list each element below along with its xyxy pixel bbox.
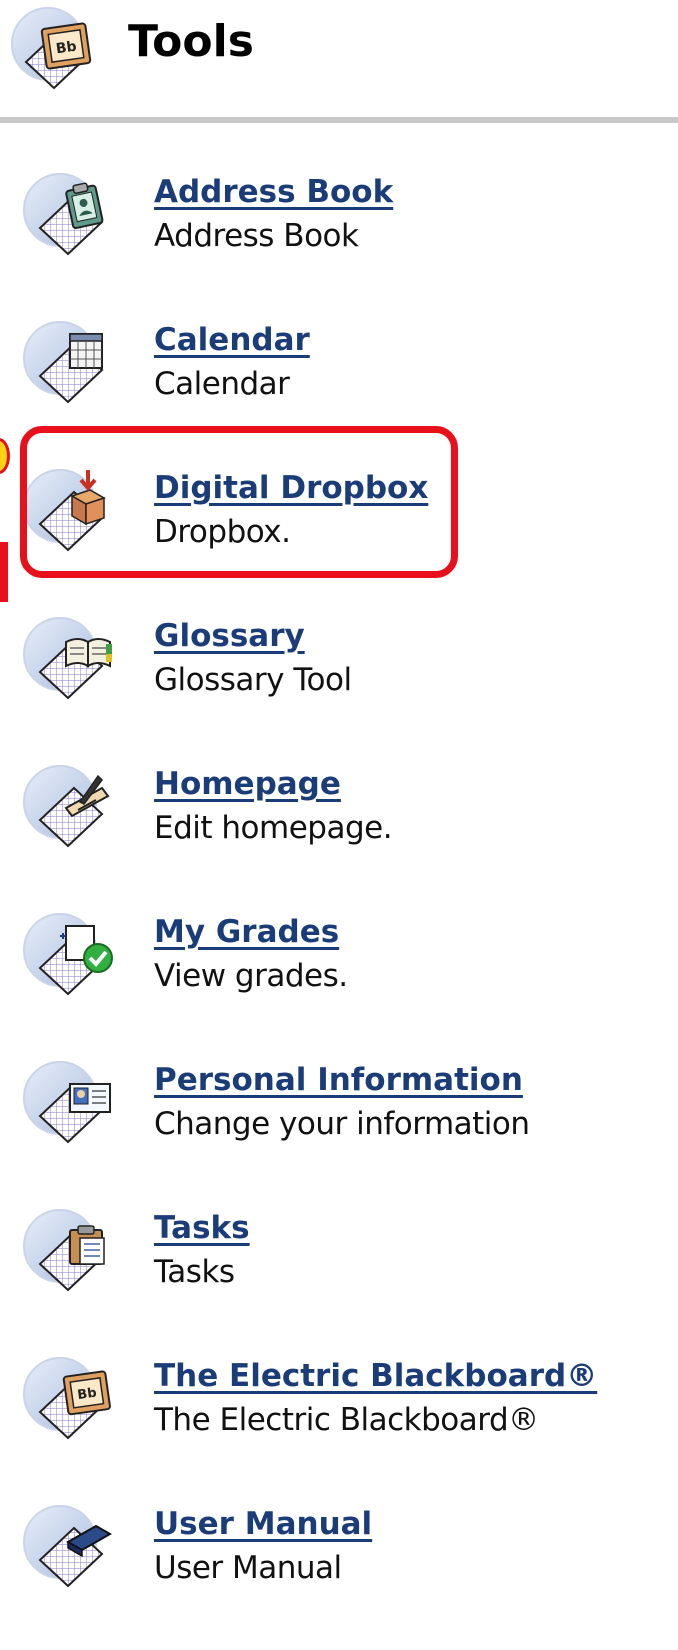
calendar-description: Calendar [154,366,290,402]
user-manual-link[interactable]: User Manual [154,1504,372,1544]
electric-blackboard-icon: Bb [20,1354,120,1446]
tool-item-electric-blackboard: Bb The Electric Blackboard® The Electric… [0,1354,678,1502]
calendar-icon [20,318,120,410]
electric-blackboard-link[interactable]: The Electric Blackboard® [154,1356,597,1396]
calendar-link[interactable]: Calendar [154,320,310,360]
homepage-edit-icon [20,762,120,854]
tool-item-homepage: Homepage Edit homepage. [0,762,678,910]
homepage-description: Edit homepage. [154,810,393,846]
personal-information-description: Change your information [154,1106,530,1142]
address-book-link[interactable]: Address Book [154,172,393,212]
user-manual-book-icon [20,1502,120,1594]
tool-list: Address Book Address Book Calendar Calen… [0,0,678,1588]
tool-item-address-book: Address Book Address Book [0,170,678,318]
tool-item-my-grades: My Grades View grades. [0,910,678,1058]
tool-item-tasks: Tasks Tasks [0,1206,678,1354]
grades-check-icon [20,910,120,1002]
my-grades-link[interactable]: My Grades [154,912,339,952]
glossary-link[interactable]: Glossary [154,616,305,656]
personal-information-link[interactable]: Personal Information [154,1060,523,1100]
glossary-book-icon [20,614,120,706]
glossary-description: Glossary Tool [154,662,352,698]
my-grades-description: View grades. [154,958,348,994]
tasks-description: Tasks [154,1254,235,1290]
tool-item-personal-information: Personal Information Change your informa… [0,1058,678,1206]
tool-item-user-manual: User Manual User Manual [0,1502,678,1650]
homepage-link[interactable]: Homepage [154,764,341,804]
callout-pointer-line [0,542,8,602]
tasks-link[interactable]: Tasks [154,1208,250,1248]
tool-item-glossary: Glossary Glossary Tool [0,614,678,762]
user-manual-description: User Manual [154,1550,342,1586]
dropbox-highlight-callout [20,426,458,578]
svg-text:Bb: Bb [77,1386,98,1404]
personal-info-card-icon [20,1058,120,1150]
address-book-icon [20,170,120,262]
electric-blackboard-description: The Electric Blackboard® [154,1402,539,1438]
address-book-description: Address Book [154,218,359,254]
tasks-clipboard-icon [20,1206,120,1298]
